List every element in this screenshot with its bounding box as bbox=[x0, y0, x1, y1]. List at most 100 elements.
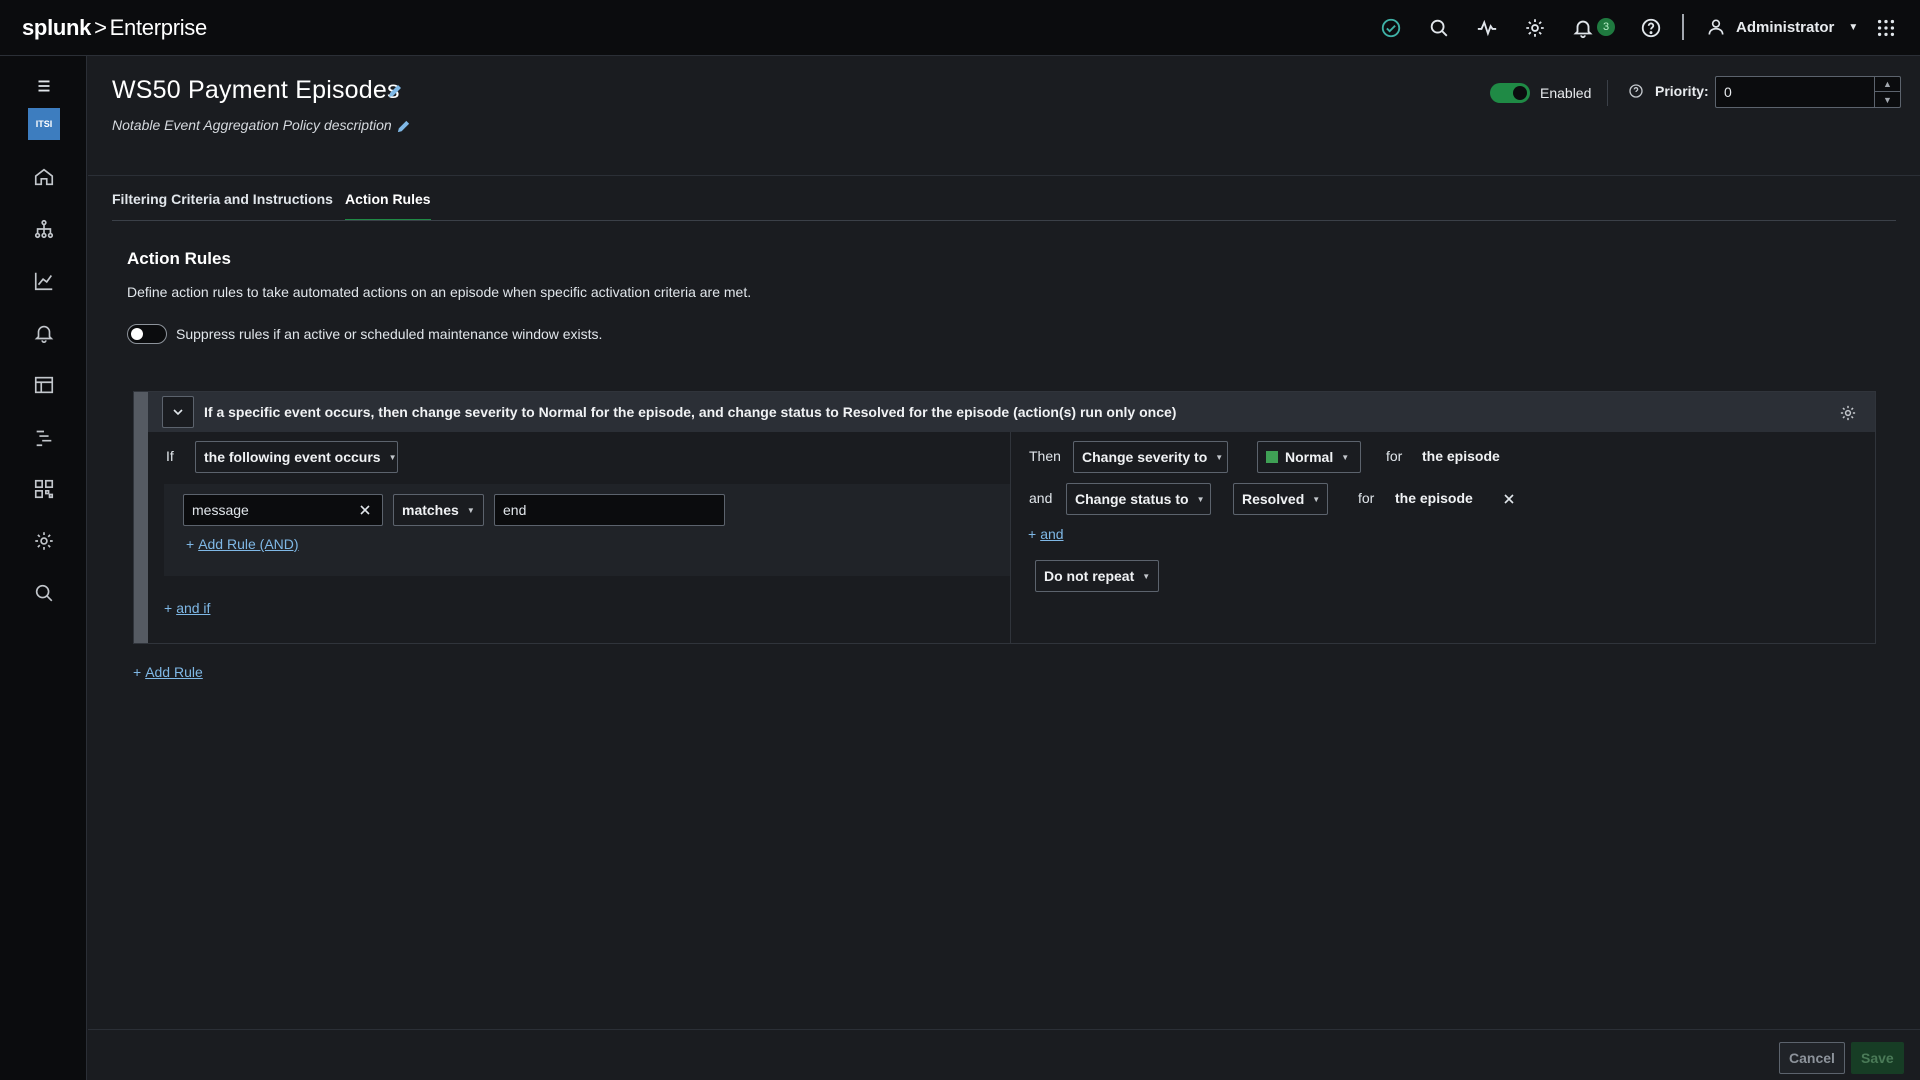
rule-settings-icon[interactable] bbox=[1839, 404, 1857, 422]
chevron-down-icon bbox=[173, 409, 183, 416]
priority-label: Priority: bbox=[1655, 83, 1709, 99]
status-value: Resolved bbox=[1242, 491, 1305, 507]
action1-select[interactable]: Change severity to ▼ bbox=[1073, 441, 1228, 473]
user-icon bbox=[1708, 19, 1724, 35]
decrement-icon[interactable]: ▼ bbox=[1875, 92, 1900, 107]
enabled-toggle[interactable] bbox=[1490, 83, 1530, 103]
chevron-down-icon: ▼ bbox=[1848, 21, 1859, 33]
action1-value: Change severity to bbox=[1082, 449, 1208, 465]
splunk-logo[interactable]: splunk > Enterprise bbox=[22, 13, 207, 43]
severity-select[interactable]: Normal ▼ bbox=[1257, 441, 1361, 473]
field-input bbox=[183, 494, 383, 526]
section-description: Define action rules to take automated ac… bbox=[127, 284, 752, 300]
for-label-1: for bbox=[1386, 448, 1403, 464]
edit-description-icon[interactable] bbox=[396, 119, 411, 134]
rule-conditions: If the following event occurs ▼ matches … bbox=[148, 432, 1010, 643]
app-grid-icon[interactable] bbox=[1872, 14, 1900, 42]
apps-icon[interactable] bbox=[30, 475, 58, 503]
match-value-input[interactable] bbox=[495, 495, 724, 525]
add-rule-label: Add Rule bbox=[145, 664, 203, 680]
page-title: WS50 Payment Episodes bbox=[112, 76, 400, 104]
collapse-rule-button[interactable] bbox=[162, 396, 194, 428]
repeat-value: Do not repeat bbox=[1044, 568, 1135, 584]
clear-icon[interactable] bbox=[358, 503, 372, 517]
add-rule-and-link[interactable]: + Add Rule (AND) bbox=[186, 536, 299, 552]
tab-action-rules[interactable]: Action Rules bbox=[345, 176, 431, 221]
target2-text: the episode bbox=[1395, 490, 1473, 506]
rule-actions: Then Change severity to ▼ Normal ▼ for t… bbox=[1011, 432, 1875, 643]
caret-down-icon: ▼ bbox=[1312, 494, 1321, 504]
for-label-2: for bbox=[1358, 490, 1375, 506]
remove-action-icon[interactable] bbox=[1502, 492, 1516, 506]
dashboard-icon[interactable] bbox=[30, 371, 58, 399]
status-select[interactable]: Resolved ▼ bbox=[1233, 483, 1328, 515]
increment-icon[interactable]: ▲ bbox=[1875, 77, 1900, 92]
rule-header: If a specific event occurs, then change … bbox=[148, 392, 1875, 432]
if-label: If bbox=[166, 448, 174, 464]
and-if-link[interactable]: + and if bbox=[164, 600, 210, 616]
caret-down-icon: ▼ bbox=[388, 452, 397, 462]
priority-spinner: ▲ ▼ bbox=[1874, 77, 1900, 107]
notification-count-badge: 3 bbox=[1597, 18, 1615, 36]
tabs-divider bbox=[112, 220, 1896, 221]
user-menu[interactable]: Administrator ▼ bbox=[1706, 14, 1858, 40]
page-description: Notable Event Aggregation Policy descrip… bbox=[112, 117, 392, 133]
search-icon[interactable] bbox=[1425, 14, 1453, 42]
menu-icon[interactable] bbox=[30, 72, 58, 100]
caret-down-icon: ▼ bbox=[1142, 571, 1151, 581]
episodes-icon[interactable] bbox=[30, 423, 58, 451]
add-action-and-label: and bbox=[1040, 526, 1064, 542]
plus-icon: + bbox=[133, 664, 142, 680]
bell-icon[interactable] bbox=[1569, 14, 1597, 42]
service-tree-icon[interactable] bbox=[30, 215, 58, 243]
rule-drag-handle[interactable] bbox=[134, 392, 148, 643]
operator-value: matches bbox=[402, 502, 459, 518]
cancel-button[interactable]: Cancel bbox=[1779, 1042, 1845, 1074]
topbar-divider bbox=[1682, 14, 1684, 40]
field-name-input[interactable] bbox=[184, 495, 382, 525]
header-divider bbox=[1607, 80, 1608, 106]
home-icon[interactable] bbox=[30, 163, 58, 191]
add-action-and-link[interactable]: + and bbox=[1028, 526, 1064, 542]
action2-value: Change status to bbox=[1075, 491, 1189, 507]
operator-select[interactable]: matches ▼ bbox=[393, 494, 484, 526]
section-title: Action Rules bbox=[127, 249, 231, 268]
help-icon[interactable] bbox=[1637, 14, 1665, 42]
suppress-label: Suppress rules if an active or scheduled… bbox=[176, 326, 603, 342]
condition-select[interactable]: the following event occurs ▼ bbox=[195, 441, 398, 473]
sidebar-search-icon[interactable] bbox=[30, 579, 58, 607]
save-button[interactable]: Save bbox=[1851, 1042, 1904, 1074]
alerts-icon[interactable] bbox=[30, 319, 58, 347]
suppress-toggle-group: Suppress rules if an active or scheduled… bbox=[127, 324, 602, 344]
activity-icon[interactable] bbox=[1473, 14, 1501, 42]
gear-icon[interactable] bbox=[1521, 14, 1549, 42]
add-rule-link[interactable]: + Add Rule bbox=[133, 664, 203, 680]
severity-swatch bbox=[1266, 451, 1278, 463]
plus-icon: + bbox=[1028, 526, 1037, 542]
priority-stepper: ▲ ▼ bbox=[1715, 76, 1901, 108]
tab-filtering-criteria[interactable]: Filtering Criteria and Instructions bbox=[112, 176, 333, 221]
brand-arrow: > bbox=[94, 15, 107, 40]
settings-icon[interactable] bbox=[30, 527, 58, 555]
suppress-toggle[interactable] bbox=[127, 324, 167, 344]
action-rule-card: If a specific event occurs, then change … bbox=[133, 391, 1876, 644]
caret-down-icon: ▼ bbox=[1341, 452, 1350, 462]
caret-down-icon: ▼ bbox=[1196, 494, 1205, 504]
priority-help-icon[interactable] bbox=[1628, 83, 1644, 99]
action2-select[interactable]: Change status to ▼ bbox=[1066, 483, 1211, 515]
main-content: WS50 Payment Episodes Notable Event Aggr… bbox=[88, 56, 1920, 1080]
analytics-icon[interactable] bbox=[30, 267, 58, 295]
caret-down-icon: ▼ bbox=[466, 505, 475, 515]
enabled-toggle-group: Enabled bbox=[1490, 83, 1591, 103]
then-label: Then bbox=[1029, 448, 1061, 464]
health-check-icon[interactable] bbox=[1377, 14, 1405, 42]
add-rule-and-label: Add Rule (AND) bbox=[198, 536, 299, 552]
priority-input[interactable] bbox=[1716, 77, 1874, 107]
sidebar: ITSI bbox=[0, 56, 87, 1080]
itsi-app-badge[interactable]: ITSI bbox=[28, 108, 60, 140]
edit-title-icon[interactable] bbox=[387, 83, 403, 99]
plus-icon: + bbox=[164, 600, 173, 616]
match-value-field bbox=[494, 494, 725, 526]
top-bar: splunk > Enterprise 3 Administrator ▼ bbox=[0, 0, 1920, 56]
repeat-select[interactable]: Do not repeat ▼ bbox=[1035, 560, 1159, 592]
